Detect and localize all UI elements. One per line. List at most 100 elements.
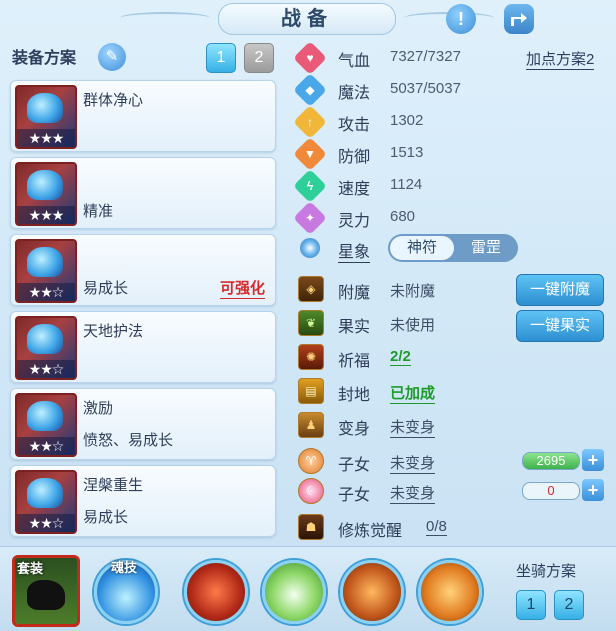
page-title: 战备: [218, 3, 396, 35]
row-value[interactable]: 未变身: [390, 482, 436, 504]
plan-page-2-button[interactable]: 2: [244, 43, 274, 73]
stat-value: 5037/5037: [390, 80, 461, 97]
pet-slot-2-icon[interactable]: [262, 560, 326, 624]
defense-icon: ▼: [293, 137, 327, 171]
row-transform: ♟ 变身 未变身: [296, 410, 606, 440]
enchant-icon: ◈: [298, 276, 324, 302]
pet-slot-1-icon[interactable]: [184, 560, 248, 624]
stat-label: 气血: [338, 53, 371, 70]
cultivation-icon: ☗: [298, 514, 324, 540]
row-label: 子女: [338, 487, 371, 504]
equipment-trait: 愤怒、易成长: [83, 432, 174, 449]
one-click-enchant-button[interactable]: 一键附魔: [516, 274, 604, 306]
stat-value: 7327/7327: [390, 48, 461, 65]
equipment-card[interactable]: ★★★ 群体净心: [10, 80, 276, 152]
star-rating: ★★★: [17, 129, 75, 147]
row-label: 子女: [338, 457, 371, 474]
soul-skill-label: 魂技: [111, 560, 138, 575]
star-sign-toggle[interactable]: 神符 雷罡: [388, 234, 518, 262]
row-value[interactable]: 未变身: [390, 452, 436, 474]
share-icon[interactable]: [504, 4, 534, 34]
child-icon: ♈: [298, 448, 324, 474]
soul-skill-button[interactable]: 魂技: [94, 560, 158, 624]
stat-row-hp: ♥ 气血 7327/7327: [293, 41, 606, 75]
mount-plan-heading: 坐骑方案: [516, 563, 577, 580]
wolf-icon: [27, 580, 65, 610]
row-value[interactable]: 0/8: [426, 518, 447, 536]
attack-icon: ↑: [293, 105, 327, 139]
stat-row-defense: ▼ 防御 1513: [293, 137, 606, 171]
spirit-icon: ✦: [293, 201, 327, 235]
one-click-fruit-button[interactable]: 一键果实: [516, 310, 604, 342]
stat-row-spirit: ✦ 灵力 680: [293, 201, 606, 235]
equipment-card[interactable]: ★★☆ 易成长 可强化: [10, 234, 276, 306]
star-sign-label[interactable]: 星象: [338, 238, 371, 263]
star-rating: ★★★: [17, 206, 75, 224]
child-2-points-bar: 0: [522, 482, 580, 500]
pet-slot-3-icon[interactable]: [340, 560, 404, 624]
row-value: 未使用: [390, 317, 436, 334]
star-rating: ★★☆: [17, 283, 75, 301]
equipment-trait: 精准: [83, 203, 114, 220]
row-label: 封地: [338, 387, 371, 404]
transform-icon: ♟: [298, 412, 324, 438]
row-label: 祈福: [338, 353, 371, 370]
stat-value: 1302: [390, 112, 424, 129]
star-rating: ★★☆: [17, 360, 75, 378]
equipment-card[interactable]: ★★☆ 涅槃重生 易成长: [10, 465, 276, 537]
equipment-skill-name: 天地护法: [83, 323, 144, 340]
speed-icon: ϟ: [293, 169, 327, 203]
stat-value: 1513: [390, 144, 424, 161]
row-value[interactable]: 已加成: [390, 382, 436, 404]
star-rating: ★★☆: [17, 514, 75, 532]
equipment-icon: ★★☆: [15, 393, 77, 457]
suit-label: 套装: [17, 561, 44, 576]
stat-label: 防御: [338, 149, 371, 166]
stat-row-attack: ↑ 攻击 1302: [293, 105, 606, 139]
row-label: 果实: [338, 319, 371, 336]
child-icon: ☾: [298, 478, 324, 504]
mount-plan-1-button[interactable]: 1: [516, 590, 546, 620]
blessing-icon: ✺: [298, 344, 324, 370]
equipment-icon: ★★☆: [15, 239, 77, 303]
row-label: 附魔: [338, 285, 371, 302]
stat-label: 攻击: [338, 117, 371, 134]
row-label: 修炼觉醒: [338, 523, 403, 540]
star-rating: ★★☆: [17, 437, 75, 455]
child-2-add-button[interactable]: +: [582, 479, 604, 501]
equipment-card[interactable]: ★★☆ 天地护法: [10, 311, 276, 383]
edit-pencil-icon[interactable]: ✎: [98, 43, 126, 71]
title-bar: 战备 !: [0, 0, 616, 40]
row-label: 变身: [338, 421, 371, 438]
fruit-icon: ❦: [298, 310, 324, 336]
equipment-trait: 易成长: [83, 509, 129, 526]
tab-shenfu[interactable]: 神符: [390, 236, 454, 260]
star-sign-icon: [300, 238, 320, 258]
row-blessing: ✺ 祈福 2/2: [296, 342, 606, 372]
heart-icon: ♥: [293, 41, 327, 75]
stat-value: 680: [390, 208, 416, 225]
upgradable-link[interactable]: 可强化: [219, 277, 265, 299]
title-ornament: [120, 12, 210, 24]
equipment-trait: 易成长: [83, 280, 129, 297]
equipment-card[interactable]: ★★☆ 激励 愤怒、易成长: [10, 388, 276, 460]
row-cultivation-awaken: ☗ 修炼觉醒 0/8: [296, 512, 606, 542]
equipment-skill-name: 激励: [83, 400, 114, 417]
equipment-skill-name: 涅槃重生: [83, 477, 144, 494]
mana-icon: ◆: [293, 73, 327, 107]
plan-page-1-button[interactable]: 1: [206, 43, 236, 73]
row-value[interactable]: 未变身: [390, 416, 436, 438]
row-fief: ▤ 封地 已加成: [296, 376, 606, 406]
equipment-card[interactable]: ★★★ 精准: [10, 157, 276, 229]
child-1-points-bar: 2695: [522, 452, 580, 470]
child-1-add-button[interactable]: +: [582, 449, 604, 471]
help-icon[interactable]: !: [446, 4, 476, 34]
tab-leigang[interactable]: 雷罡: [456, 236, 516, 260]
equipment-skill-name: 群体净心: [83, 92, 144, 109]
mount-plan-2-button[interactable]: 2: [554, 590, 584, 620]
suit-button[interactable]: 套装: [12, 555, 80, 627]
row-value: 未附魔: [390, 283, 436, 300]
pet-slot-4-icon[interactable]: [418, 560, 482, 624]
equipment-icon: ★★★: [15, 85, 77, 149]
row-value[interactable]: 2/2: [390, 348, 411, 366]
